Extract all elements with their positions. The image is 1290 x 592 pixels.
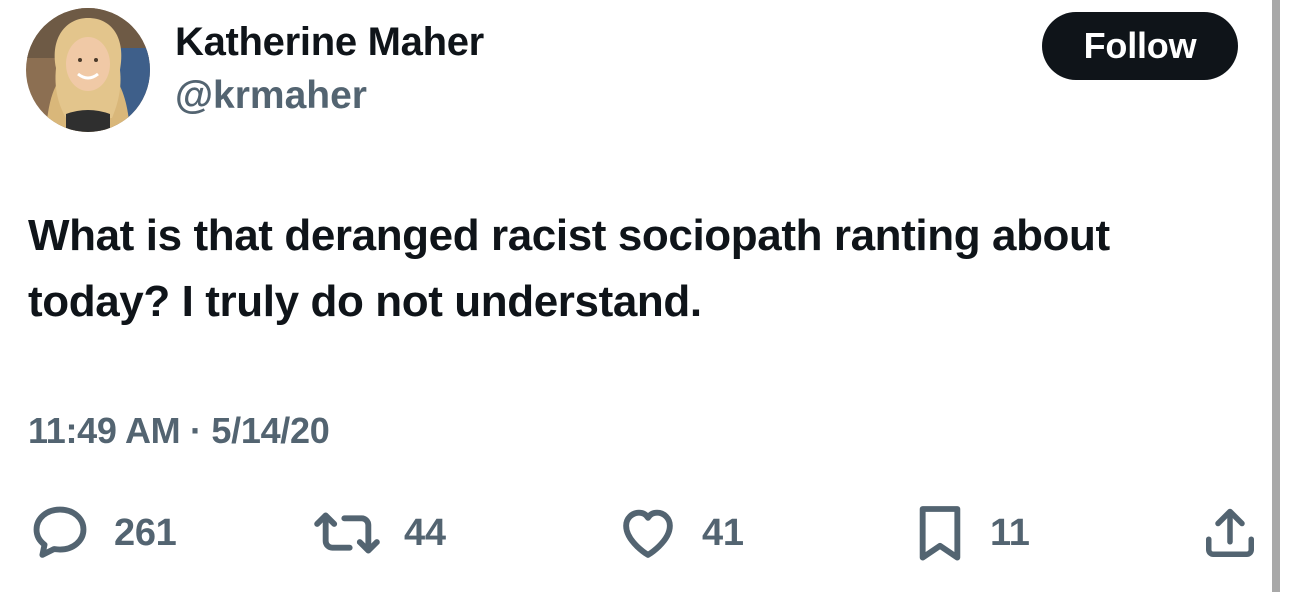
tweet-text: What is that deranged racist sociopath r… (28, 211, 1110, 326)
tweet-actions: 261 44 41 11 (0, 500, 1270, 570)
repost-count: 44 (404, 511, 446, 554)
tweet-card: Katherine Maher @krmaher Follow What is … (0, 0, 1290, 592)
repost-button[interactable]: 44 (312, 500, 446, 566)
reply-button[interactable]: 261 (28, 500, 177, 566)
bookmark-icon (912, 501, 968, 565)
follow-button[interactable]: Follow (1042, 12, 1238, 80)
author-handle[interactable]: @krmaher (175, 74, 367, 118)
avatar[interactable] (26, 8, 150, 132)
scrollbar[interactable] (1272, 0, 1280, 592)
tweet-timestamp[interactable]: 11:49 AM · 5/14/20 (28, 410, 330, 452)
like-count: 41 (702, 511, 744, 554)
bookmark-button[interactable]: 11 (912, 500, 1030, 566)
bookmark-count: 11 (990, 511, 1030, 554)
share-button[interactable] (1200, 500, 1260, 566)
heart-icon (616, 501, 680, 565)
repost-arrows-icon (312, 501, 382, 565)
speech-bubble-icon (28, 501, 92, 565)
like-button[interactable]: 41 (616, 500, 744, 566)
author-display-name[interactable]: Katherine Maher (175, 20, 484, 65)
share-upload-icon (1200, 501, 1260, 565)
reply-count: 261 (114, 511, 177, 554)
